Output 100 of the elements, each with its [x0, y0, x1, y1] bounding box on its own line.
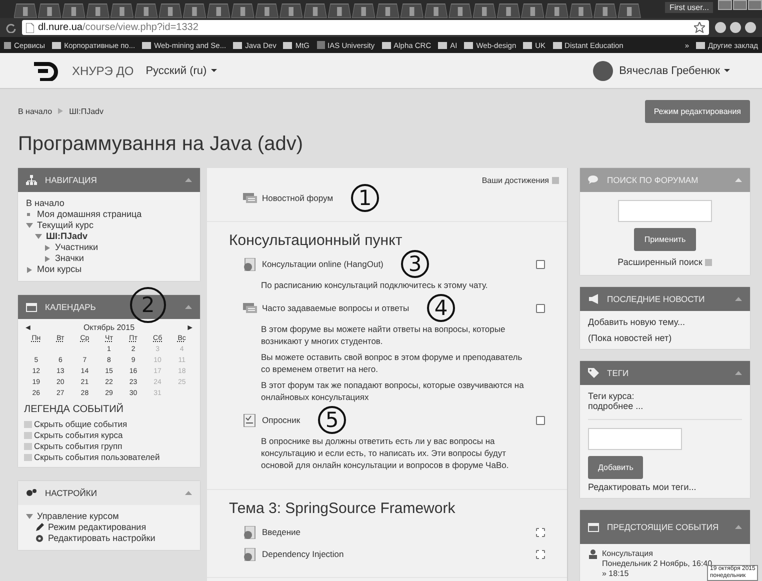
extension-icon[interactable] — [715, 22, 726, 33]
activity-link[interactable]: Часто задаваемые вопросы и ответы — [262, 303, 410, 313]
legend-link[interactable]: Скрыть события пользователей — [34, 452, 160, 463]
user-menu[interactable]: Вячеслав Гребенюк — [619, 64, 730, 76]
completion-checkbox[interactable] — [536, 550, 545, 558]
calendar-icon — [26, 302, 37, 312]
folder-icon — [464, 42, 474, 48]
forum-icon — [243, 302, 257, 314]
site-name[interactable]: ХНУРЭ ДО — [72, 64, 134, 78]
page-title: Программування на Java (adv) — [18, 133, 304, 157]
legend-title: ЛЕГЕНДА СОБЫТИЙ — [24, 404, 124, 415]
activity-link[interactable]: Опросник — [262, 415, 300, 425]
pencil-icon — [35, 523, 44, 532]
tree-item[interactable]: Значки — [55, 253, 84, 264]
edit-mode-button[interactable]: Режим редактирования — [644, 100, 750, 122]
activity-link[interactable]: Новостной форум — [262, 193, 334, 203]
tree-item[interactable]: В начало — [26, 198, 64, 209]
tree-item[interactable]: Текущий курс — [37, 220, 94, 231]
add-topic-link[interactable]: Добавить новую тему... — [588, 317, 742, 327]
breadcrumb-link[interactable]: ШІ:ПJadv — [69, 106, 104, 116]
callout-number: 2 — [130, 287, 166, 323]
collapse-icon[interactable] — [185, 178, 192, 182]
caret-icon — [724, 69, 730, 72]
completion-checkbox[interactable] — [536, 260, 545, 268]
folder-icon — [438, 42, 448, 48]
collapse-icon[interactable] — [735, 525, 742, 529]
activity-link[interactable]: Введение — [262, 527, 300, 537]
add-button[interactable]: Добавить — [588, 456, 644, 479]
section-title: Тема 3: SpringSource Framework — [229, 500, 456, 517]
extension-icon[interactable] — [730, 22, 741, 33]
caret-icon — [210, 69, 217, 72]
completion-checkbox[interactable] — [536, 416, 545, 424]
achievements-link[interactable]: Ваши достижения — [482, 176, 549, 185]
maximize-button[interactable] — [733, 0, 747, 10]
folder-icon — [696, 42, 705, 48]
block-title: ТЕГИ — [607, 368, 629, 378]
folder-icon — [552, 42, 562, 48]
activity-description: В опроснике вы должны ответить есть ли у вас вопросы на консультацию и если есть, то написать их. Эти вопросы будут основой для онлайн консультации и вопросов в форуме ЧаВо. — [261, 435, 510, 471]
advanced-search-link[interactable]: Расширенный поиск — [618, 257, 702, 267]
completion-checkbox[interactable] — [536, 304, 545, 312]
star-icon — [694, 22, 705, 33]
next-month-button[interactable]: ► — [186, 323, 194, 332]
page-icon — [243, 258, 257, 270]
activity-description: Вы можете оставить свой вопрос в этом форуме и преподаватель со временем ответит на него. — [261, 351, 524, 375]
collapse-icon[interactable] — [185, 305, 192, 309]
tag-field[interactable] — [588, 428, 682, 450]
bullet-icon — [26, 212, 33, 217]
checklist-icon — [243, 414, 257, 426]
activity-link[interactable]: Консультации online (HangOut) — [262, 259, 384, 269]
tree-item[interactable]: Редактировать настройки — [48, 533, 156, 544]
apply-button[interactable]: Применить — [634, 228, 696, 251]
collapse-icon[interactable] — [735, 371, 742, 375]
block-title: КАЛЕНДАРЬ — [45, 302, 96, 312]
address-bar[interactable]: dl.nure.ua/course/view.php?id=1332 — [22, 20, 709, 35]
section-title: Консультационный пункт — [229, 232, 404, 249]
logo-icon — [32, 60, 60, 80]
collapse-icon[interactable] — [735, 297, 742, 301]
event-link[interactable]: Консультация — [602, 549, 653, 559]
extension-icon[interactable] — [745, 22, 756, 33]
activity-description: По расписанию консультаций подключитесь к этому чату. — [261, 279, 489, 291]
tree-item[interactable]: Участники — [55, 242, 98, 253]
tree-item[interactable]: Управление курсом — [37, 511, 119, 522]
tree-item[interactable]: Мои курсы — [37, 264, 82, 275]
edit-tags-link[interactable]: Редактировать мои теги... — [588, 482, 696, 492]
legend-link[interactable]: Скрыть события курса — [34, 430, 123, 441]
tree-item[interactable]: Моя домашняя страница — [37, 209, 142, 220]
block-title: НАВИГАЦИЯ — [45, 175, 97, 185]
legend-link[interactable]: Скрыть общие события — [34, 419, 128, 430]
activity-description: В этом форуме вы можете найти ответы на вопросы, которые возникают у многих студентов. — [261, 323, 506, 347]
page-icon — [243, 548, 257, 560]
avatar-icon — [593, 60, 614, 80]
event-end-time: » 18:15 — [602, 569, 629, 579]
month-label: Октябрь 2015 — [83, 323, 135, 332]
search-field[interactable] — [618, 200, 712, 222]
breadcrumb-link[interactable]: В начало — [18, 106, 52, 116]
collapse-icon[interactable] — [185, 491, 192, 495]
minimize-button[interactable] — [718, 0, 732, 10]
callout-number: 3 — [401, 250, 429, 278]
page-icon — [26, 22, 34, 32]
group-icon — [588, 549, 598, 559]
legend-link[interactable]: Скрыть события групп — [34, 441, 122, 452]
tree-item[interactable]: ШІ:ПJadv — [46, 231, 88, 242]
callout-number: 1 — [351, 184, 379, 212]
course-tags-label: Теги курса: — [588, 391, 636, 401]
completion-checkbox[interactable] — [536, 528, 545, 536]
megaphone-icon — [588, 294, 599, 304]
profile-button[interactable]: First user... — [665, 2, 713, 13]
more-tags-link[interactable]: подробнее ... — [588, 401, 742, 411]
tree-item[interactable]: Режим редактирования — [48, 522, 146, 533]
block-title: ПОИСК ПО ФОРУМАМ — [607, 175, 698, 185]
close-button[interactable] — [748, 0, 762, 10]
language-menu[interactable]: Русский (ru) — [146, 64, 217, 76]
reload-icon — [6, 22, 16, 32]
activity-link[interactable]: Dependency Injection — [262, 549, 344, 559]
chat-icon — [588, 175, 599, 185]
folder-icon — [52, 42, 62, 48]
url-text: dl.nure.ua/course/view.php?id=1332 — [38, 22, 198, 33]
folder-icon — [523, 42, 532, 48]
previous-month-button[interactable]: ◄ — [24, 323, 32, 332]
collapse-icon[interactable] — [735, 178, 742, 182]
